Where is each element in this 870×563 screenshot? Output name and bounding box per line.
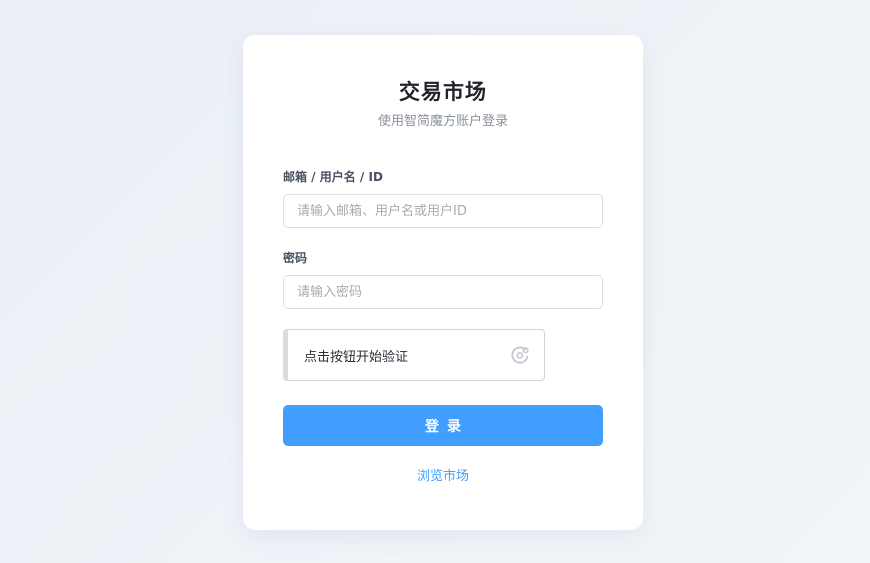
login-card: 交易市场 使用智简魔方账户登录 邮箱 / 用户名 / ID 密码 点击按钮开始验… [243,35,643,530]
browse-market-link[interactable]: 浏览市场 [283,468,603,486]
page-subtitle: 使用智简魔方账户登录 [377,114,508,129]
password-input[interactable] [283,275,603,309]
account-field-label: 邮箱 / 用户名 / ID [283,170,383,184]
captcha-refresh-icon [510,345,530,365]
captcha-button[interactable]: 点击按钮开始验证 [283,329,545,381]
captcha-label: 点击按钮开始验证 [304,349,409,365]
account-input[interactable] [283,194,603,228]
password-field-label: 密码 [283,251,308,265]
page-title: 交易市场 [399,80,487,104]
login-button[interactable]: 登录 [283,405,603,446]
